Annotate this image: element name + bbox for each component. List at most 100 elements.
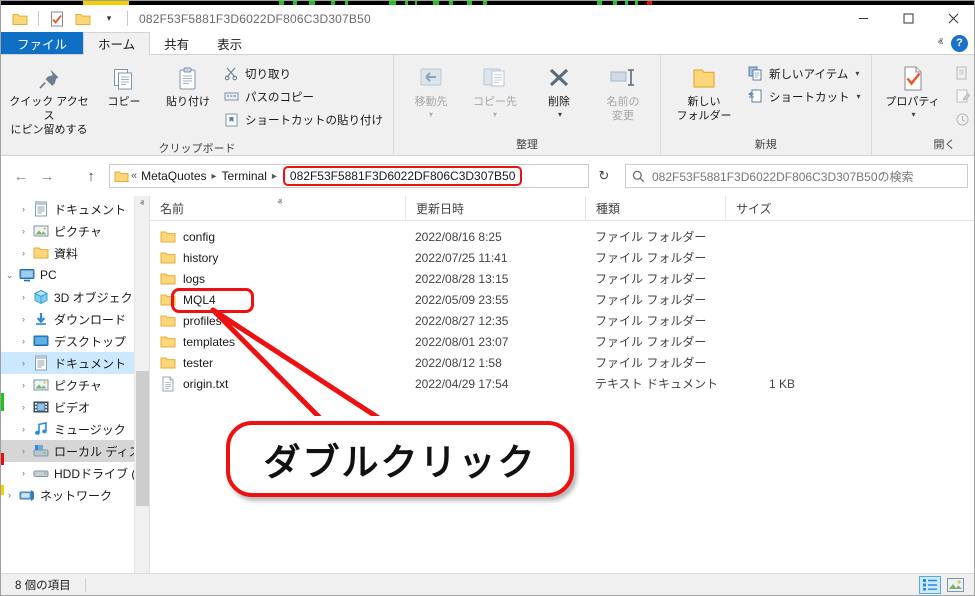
table-row[interactable]: profiles 2022/08/27 12:35 ファイル フォルダー <box>150 310 975 331</box>
breadcrumb-overflow[interactable]: « <box>129 170 141 182</box>
sidebar-item-documents-quick[interactable]: › ドキュメント <box>1 198 149 220</box>
tab-share[interactable]: 共有 <box>150 32 203 54</box>
chevron-down-icon[interactable]: ▾ <box>855 69 859 78</box>
file-name-cell[interactable]: profiles <box>150 313 405 329</box>
collapse-ribbon-button[interactable]: ⱏ <box>938 37 943 50</box>
back-button[interactable]: ← <box>9 164 33 188</box>
chevron-down-icon[interactable]: ▾ <box>558 110 562 120</box>
chevron-down-icon[interactable]: ▾ <box>857 92 861 101</box>
copy-path-button[interactable]: パスのコピー <box>221 86 387 107</box>
file-name-cell[interactable]: templates <box>150 334 405 350</box>
address-dropdown-button[interactable]: ⱟ <box>574 171 586 182</box>
copy-to-button[interactable]: コピー先 ▾ <box>464 59 526 123</box>
sidebar-item-network[interactable]: › ネットワーク <box>1 484 149 506</box>
delete-button[interactable]: 削除 ▾ <box>528 59 590 123</box>
scrollbar-thumb[interactable] <box>136 371 149 506</box>
table-row[interactable]: logs 2022/08/28 13:15 ファイル フォルダー <box>150 268 975 289</box>
breadcrumb-terminal[interactable]: Terminal <box>222 169 267 183</box>
chevron-down-icon[interactable]: ▾ <box>493 110 497 120</box>
sidebar-item-documents[interactable]: › ドキュメント <box>1 352 149 374</box>
chevron-right-icon[interactable]: › <box>15 248 32 258</box>
column-header-type[interactable]: 種類 <box>585 196 725 221</box>
tab-file[interactable]: ファイル <box>1 32 83 54</box>
scroll-up-button[interactable]: ⱏ <box>135 196 149 211</box>
sidebar-item-music[interactable]: › ミュージック <box>1 418 149 440</box>
history-button[interactable]: 履歴 <box>952 109 975 130</box>
close-button[interactable] <box>931 5 975 32</box>
table-row[interactable]: templates 2022/08/01 23:07 ファイル フォルダー <box>150 331 975 352</box>
chevron-right-icon[interactable]: › <box>15 292 32 302</box>
new-folder-button[interactable]: 新しい フォルダー <box>673 59 735 127</box>
sidebar-item-downloads[interactable]: › ダウンロード <box>1 308 149 330</box>
file-name-cell[interactable]: tester <box>150 355 405 371</box>
new-item-button[interactable]: 新しいアイテム ▾ <box>745 63 865 84</box>
file-name-cell[interactable]: history <box>150 250 405 266</box>
help-button[interactable]: ? <box>951 35 968 52</box>
chevron-right-icon[interactable]: › <box>15 424 32 434</box>
breadcrumb-separator-icon-2[interactable]: ▸ <box>267 171 282 182</box>
sidebar-item-local-disk-c[interactable]: ›ローカル ディスク (C <box>1 440 149 462</box>
column-header-size[interactable]: サイズ <box>725 196 813 221</box>
file-name-cell[interactable]: MQL4 <box>150 292 405 308</box>
file-name-cell[interactable]: config <box>150 229 405 245</box>
table-row[interactable]: tester 2022/08/12 1:58 ファイル フォルダー <box>150 352 975 373</box>
details-view-button[interactable] <box>919 576 941 594</box>
chevron-right-icon[interactable]: › <box>15 402 32 412</box>
maximize-button[interactable] <box>886 5 931 32</box>
chevron-right-icon[interactable]: › <box>15 314 32 324</box>
sidebar-item-videos[interactable]: › ビデオ <box>1 396 149 418</box>
cut-button[interactable]: 切り取り <box>221 63 387 84</box>
up-button[interactable]: ↑ <box>79 164 103 188</box>
sidebar-item-3d-objects[interactable]: › 3D オブジェクト <box>1 286 149 308</box>
chevron-right-icon[interactable]: › <box>15 204 32 214</box>
column-header-date-modified[interactable]: 更新日時 <box>405 196 585 221</box>
chevron-down-icon[interactable]: ⌄ <box>1 270 18 281</box>
breadcrumb-metaquotes[interactable]: MetaQuotes <box>141 169 206 183</box>
folder-icon[interactable] <box>9 8 31 30</box>
large-icons-view-button[interactable] <box>944 576 966 594</box>
chevron-down-icon[interactable]: ▾ <box>912 110 916 120</box>
sidebar-item-desktop[interactable]: › デスクトップ <box>1 330 149 352</box>
table-row[interactable]: origin.txt 2022/04/29 17:54 テキスト ドキュメント 1 K… <box>150 373 975 394</box>
sidebar-item-pictures-quick[interactable]: › ピクチャ <box>1 220 149 242</box>
open-button[interactable]: 開く ▾ <box>952 63 975 84</box>
chevron-right-icon[interactable]: › <box>15 336 32 346</box>
properties-checkmark-icon[interactable] <box>46 8 68 30</box>
scroll-down-button[interactable]: ⱟ <box>135 559 149 574</box>
new-shortcut-button[interactable]: ショートカット ▾ <box>745 86 865 107</box>
paste-button[interactable]: 貼り付け <box>157 59 219 113</box>
chevron-right-icon[interactable]: › <box>15 226 32 236</box>
recent-locations-button[interactable]: ⱟ <box>61 164 77 188</box>
column-header-name[interactable]: 名前 ⱏ <box>150 196 405 221</box>
sidebar-item-shiryou-folder[interactable]: › 資料 <box>1 242 149 264</box>
navigation-scrollbar[interactable]: ⱏ ⱟ <box>134 196 149 574</box>
properties-button[interactable]: プロパティ ▾ <box>882 59 944 123</box>
table-row[interactable]: config 2022/08/16 8:25 ファイル フォルダー <box>150 226 975 247</box>
move-to-button[interactable]: 移動先 ▾ <box>400 59 462 123</box>
customize-qat-caret-icon[interactable]: ▾ <box>98 8 120 30</box>
sidebar-item-hdd-drive-g[interactable]: › HDDドライブ (G:) <box>1 462 149 484</box>
refresh-button[interactable]: ↻ <box>591 164 617 188</box>
chevron-right-icon[interactable]: › <box>15 446 32 456</box>
file-name-cell[interactable]: logs <box>150 271 405 287</box>
chevron-right-icon[interactable]: › <box>15 380 32 390</box>
file-name-cell[interactable]: origin.txt <box>150 376 405 392</box>
tab-home[interactable]: ホーム <box>83 32 150 55</box>
chevron-right-icon[interactable]: › <box>15 468 32 478</box>
rename-button[interactable]: 名前の 変更 <box>592 59 654 127</box>
forward-button[interactable]: → <box>35 164 59 188</box>
address-bar[interactable]: « MetaQuotes ▸ Terminal ▸ 082F53F5881F3D… <box>109 164 589 188</box>
tab-view[interactable]: 表示 <box>203 32 256 54</box>
edit-button[interactable]: 編集 <box>952 86 975 107</box>
breadcrumb-current-folder[interactable]: 082F53F5881F3D6022DF806C3D307B50 <box>283 166 523 186</box>
sidebar-item-pc[interactable]: ⌄ PC <box>1 264 149 286</box>
copy-button[interactable]: コピー <box>93 59 155 113</box>
paste-shortcut-button[interactable]: ショートカットの貼り付け <box>221 109 387 130</box>
table-row[interactable]: history 2022/07/25 11:41 ファイル フォルダー <box>150 247 975 268</box>
chevron-down-icon[interactable]: ▾ <box>429 110 433 120</box>
new-folder-icon[interactable] <box>72 8 94 30</box>
minimize-button[interactable] <box>841 5 886 32</box>
search-box[interactable]: 082F53F5881F3D6022DF806C3D307B50の検索 <box>625 164 968 188</box>
table-row[interactable]: MQL4 2022/05/09 23:55 ファイル フォルダー <box>150 289 975 310</box>
pin-to-quick-access-button[interactable]: クイック アクセス にピン留めする <box>7 59 91 140</box>
